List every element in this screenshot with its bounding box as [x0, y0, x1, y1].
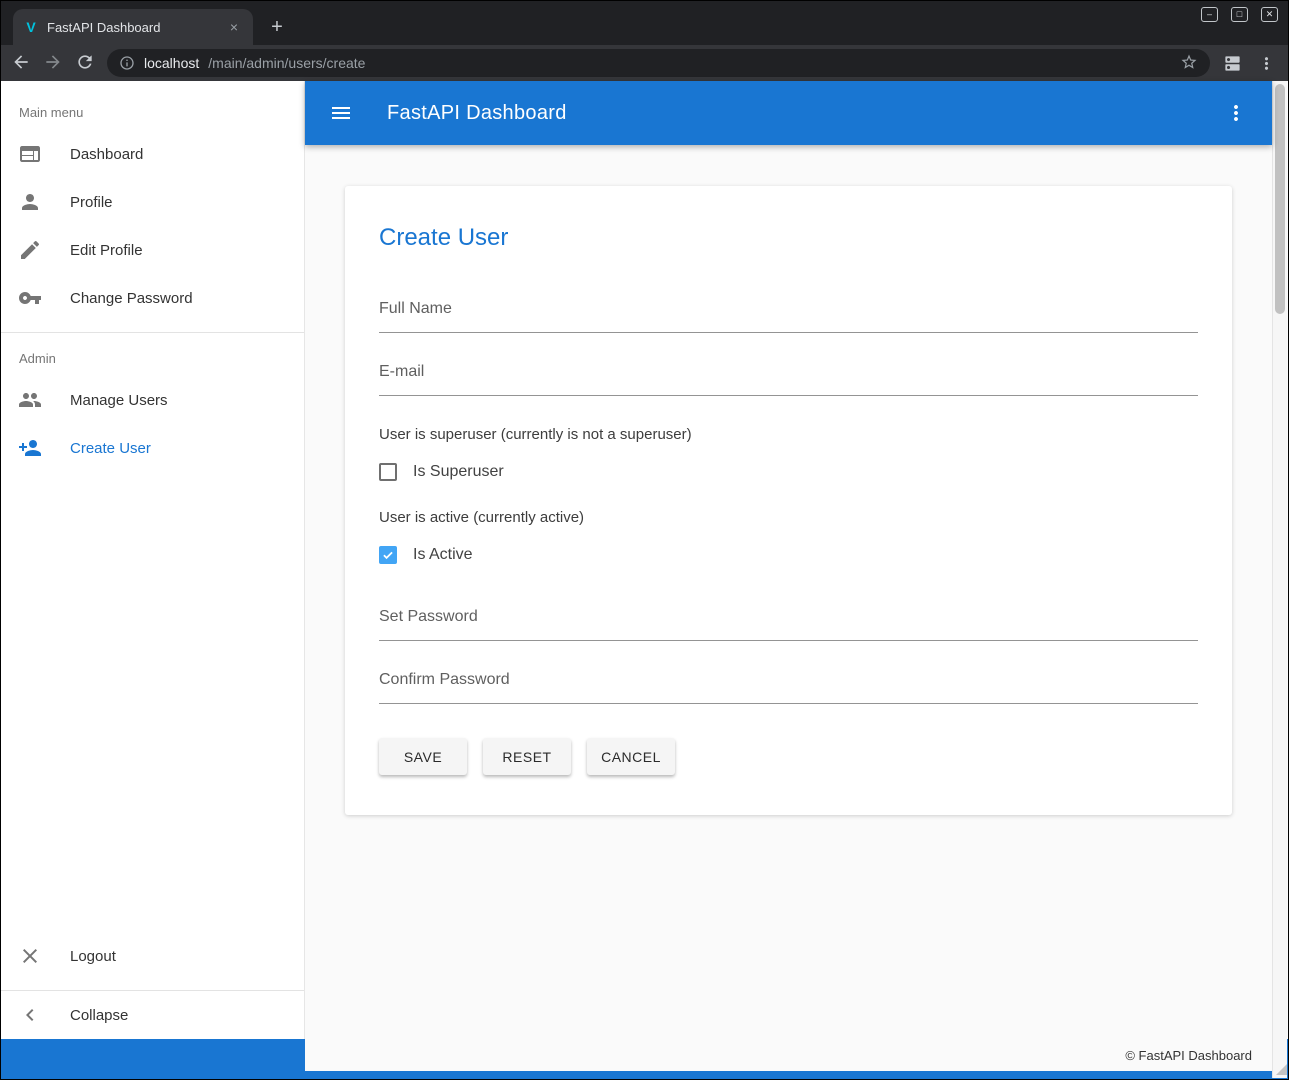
- site-info-icon[interactable]: [119, 55, 135, 71]
- tab-title: FastAPI Dashboard: [47, 20, 217, 35]
- close-x-icon: [18, 944, 42, 968]
- card-title: Create User: [379, 224, 1198, 252]
- maximize-button[interactable]: □: [1231, 7, 1248, 22]
- key-icon: [18, 286, 42, 310]
- sidebar-item-profile[interactable]: Profile: [1, 178, 304, 226]
- sidebar-item-label: Create User: [70, 440, 151, 457]
- superuser-help-text: User is superuser (currently is not a su…: [379, 426, 1198, 443]
- is-superuser-checkbox-row[interactable]: Is Superuser: [379, 463, 1198, 481]
- window-controls: – □ ✕: [1201, 7, 1278, 22]
- minimize-button[interactable]: –: [1201, 7, 1218, 22]
- full-name-input[interactable]: [379, 300, 1198, 333]
- address-bar[interactable]: localhost /main/admin/users/create: [107, 49, 1210, 77]
- checkbox-label: Is Superuser: [413, 463, 504, 481]
- server-rack-icon[interactable]: [1220, 51, 1244, 75]
- reload-icon[interactable]: [75, 52, 97, 74]
- page-scrollbar[interactable]: [1272, 81, 1287, 1078]
- tab-close-icon[interactable]: ×: [225, 18, 243, 36]
- sidebar-item-label: Dashboard: [70, 146, 143, 163]
- sidebar-item-label: Change Password: [70, 290, 193, 307]
- sidebar-item-dashboard[interactable]: Dashboard: [1, 130, 304, 178]
- browser-toolbar: localhost /main/admin/users/create: [1, 45, 1288, 81]
- copyright-text: © FastAPI Dashboard: [1125, 1048, 1252, 1063]
- active-help-text: User is active (currently active): [379, 509, 1198, 526]
- reset-button[interactable]: RESET: [483, 738, 571, 775]
- sidebar-section-main-menu: Main menu: [1, 81, 304, 130]
- sidebar-item-manage-users[interactable]: Manage Users: [1, 376, 304, 424]
- sidebar-spacer: [1, 472, 304, 932]
- bookmark-star-icon[interactable]: [1180, 53, 1198, 74]
- app-toolbar: FastAPI Dashboard: [305, 81, 1272, 145]
- app-bottom-bar: © FastAPI Dashboard: [1, 1039, 1288, 1079]
- checkbox-unchecked-icon[interactable]: [379, 463, 397, 481]
- email-input[interactable]: [379, 363, 1198, 396]
- close-button[interactable]: ✕: [1261, 7, 1278, 22]
- url-path: /main/admin/users/create: [208, 55, 365, 71]
- page-body: Main menu Dashboard Profile Edit Profile…: [1, 81, 1288, 1039]
- person-add-icon: [18, 436, 42, 460]
- person-icon: [18, 190, 42, 214]
- sidebar-item-label: Collapse: [70, 1007, 128, 1024]
- sidebar-item-label: Profile: [70, 194, 113, 211]
- pencil-icon: [18, 238, 42, 262]
- page-content: Create User User is superuser (currently…: [305, 145, 1272, 1039]
- new-tab-button[interactable]: +: [263, 12, 291, 42]
- checkbox-label: Is Active: [413, 546, 473, 564]
- browser-menu-kebab-icon[interactable]: [1254, 51, 1278, 75]
- full-name-field: [379, 300, 1198, 333]
- scrollbar-thumb[interactable]: [1275, 84, 1285, 314]
- forward-icon[interactable]: [43, 52, 65, 74]
- main-column: FastAPI Dashboard Create User User is su…: [305, 81, 1272, 1039]
- cancel-button[interactable]: CANCEL: [587, 738, 675, 775]
- url-host: localhost: [144, 55, 199, 71]
- form-actions: SAVE RESET CANCEL: [379, 734, 1198, 775]
- favicon-icon: V: [23, 19, 39, 35]
- sidebar-item-label: Manage Users: [70, 392, 168, 409]
- save-button[interactable]: SAVE: [379, 738, 467, 775]
- confirm-password-field: [379, 671, 1198, 704]
- create-user-card: Create User User is superuser (currently…: [345, 186, 1232, 815]
- sidebar-item-logout[interactable]: Logout: [1, 932, 304, 980]
- people-icon: [18, 388, 42, 412]
- sidebar-item-edit-profile[interactable]: Edit Profile: [1, 226, 304, 274]
- sidebar-item-create-user[interactable]: Create User: [1, 424, 304, 472]
- sidebar-item-label: Edit Profile: [70, 242, 143, 259]
- checkbox-checked-icon[interactable]: [379, 546, 397, 564]
- tab-strip: V FastAPI Dashboard × + – □ ✕: [1, 1, 1288, 45]
- sidebar: Main menu Dashboard Profile Edit Profile…: [1, 81, 305, 1039]
- is-active-checkbox-row[interactable]: Is Active: [379, 546, 1198, 564]
- app-title: FastAPI Dashboard: [387, 102, 567, 125]
- set-password-input[interactable]: [379, 608, 1198, 641]
- browser-window: V FastAPI Dashboard × + – □ ✕ localhost …: [0, 0, 1289, 1080]
- hamburger-menu-icon[interactable]: [329, 101, 353, 125]
- footer: © FastAPI Dashboard: [305, 1039, 1272, 1071]
- browser-tab[interactable]: V FastAPI Dashboard ×: [13, 9, 253, 45]
- back-icon[interactable]: [11, 52, 33, 74]
- chevron-left-icon: [18, 1003, 42, 1027]
- sidebar-section-admin: Admin: [1, 333, 304, 376]
- resize-corner-icon: [1276, 1064, 1287, 1075]
- sidebar-item-label: Logout: [70, 948, 116, 965]
- sidebar-item-collapse[interactable]: Collapse: [1, 991, 304, 1039]
- sidebar-item-change-password[interactable]: Change Password: [1, 274, 304, 322]
- confirm-password-input[interactable]: [379, 671, 1198, 704]
- email-field: [379, 363, 1198, 396]
- dashboard-icon: [18, 142, 42, 166]
- set-password-field: [379, 608, 1198, 641]
- app-menu-kebab-icon[interactable]: [1224, 101, 1248, 125]
